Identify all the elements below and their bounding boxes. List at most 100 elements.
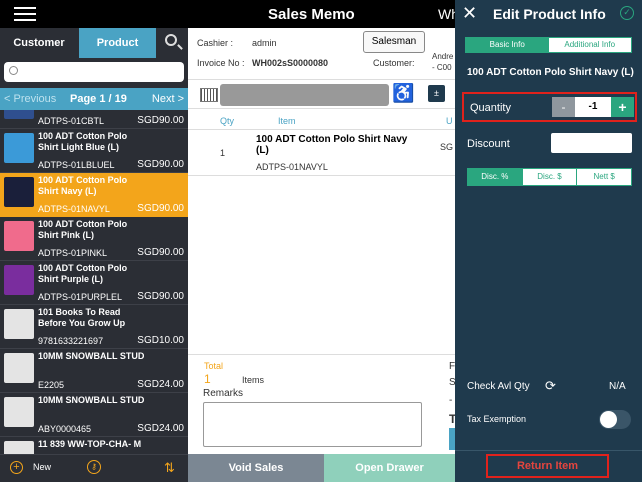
tab-product[interactable]: Product	[79, 28, 156, 58]
new-label: New	[33, 461, 52, 472]
page-indicator: Page 1 / 19	[70, 93, 127, 105]
hamburger-menu-icon[interactable]	[14, 7, 36, 21]
info-tabs: Basic Info Additional Info	[465, 37, 632, 53]
next-page-button[interactable]: Next >	[152, 93, 184, 105]
total-value: 1	[204, 372, 211, 386]
discount-nett-option[interactable]: Nett $	[576, 169, 632, 185]
discount-percent-option[interactable]: Disc. %	[468, 169, 522, 185]
invoice-label: Invoice No :	[197, 58, 245, 68]
product-search-input[interactable]	[4, 62, 184, 82]
sort-arrows-icon[interactable]: ⇅	[164, 460, 175, 476]
edit-panel-header: ✕ Edit Product Info ✓	[455, 0, 642, 28]
pager: < Previous Page 1 / 19 Next >	[0, 88, 188, 110]
product-price: SGD90.00	[137, 247, 184, 258]
tax-exemption-label: Tax Exemption	[467, 414, 527, 424]
table-row[interactable]: 1 100 ADT Cotton Polo Shirt Navy (L) ADT…	[188, 132, 455, 176]
product-code: E2205	[38, 380, 65, 390]
product-name: 10MM SNOWBALL STUD	[38, 395, 145, 405]
return-item-button[interactable]: Return Item	[486, 454, 609, 478]
cashier-value: admin	[252, 38, 277, 48]
product-list[interactable]: ADTPS-01CBTL SGD90.00 100 ADT Cotton Pol…	[0, 110, 188, 458]
product-name: 101 Books To Read Before You Grow Up	[38, 307, 126, 328]
quantity-increment-button[interactable]: +	[611, 97, 634, 117]
product-price: SGD90.00	[137, 203, 184, 214]
confirm-check-icon[interactable]: ✓	[620, 6, 634, 20]
summary-dash: -	[449, 395, 453, 406]
discount-type-selector: Disc. % Disc. $ Nett $	[467, 168, 632, 186]
product-code: ADTPS-01NAVYL	[38, 204, 110, 214]
barcode-icon[interactable]	[200, 88, 218, 102]
placeholder-image-icon	[4, 397, 34, 427]
product-thumbnail	[4, 133, 34, 163]
wheelchair-icon[interactable]: ♿	[392, 83, 414, 104]
product-price: SGD10.00	[137, 335, 184, 346]
discount-amount-option[interactable]: Disc. $	[521, 169, 577, 185]
total-area: Total 1 Items Remarks F S - T	[188, 354, 456, 452]
salesman-button[interactable]: Salesman	[363, 31, 425, 53]
product-code: ADTPS-01CBTL	[38, 116, 105, 126]
product-thumbnail	[4, 110, 34, 119]
close-icon[interactable]: ✕	[462, 3, 477, 24]
qty-header: Qty	[220, 116, 235, 126]
product-item[interactable]: 100 ADT Cotton Polo Shirt Purple (L) ADT…	[0, 261, 188, 305]
quantity-input[interactable]: -1	[575, 97, 611, 117]
product-item[interactable]: 100 ADT Cotton Polo Shirt Pink (L) ADTPS…	[0, 217, 188, 261]
product-price: SGD90.00	[137, 159, 184, 170]
tab-additional-info[interactable]: Additional Info	[548, 38, 631, 52]
divider	[455, 450, 642, 451]
cashier-label: Cashier :	[197, 38, 234, 48]
product-name: 11 839 WW-TOP-CHA- M	[38, 439, 142, 449]
unit-header: U	[446, 116, 453, 126]
quantity-decrement-button[interactable]: -	[552, 97, 575, 117]
customer-value: Andre	[432, 52, 454, 61]
product-item[interactable]: 10MM SNOWBALL STUD ABY0000465 SGD24.00	[0, 393, 188, 437]
open-drawer-button[interactable]: Open Drawer	[324, 454, 455, 482]
customer-label: Customer:	[373, 58, 415, 68]
product-item[interactable]: 101 Books To Read Before You Grow Up 978…	[0, 305, 188, 349]
sales-memo-panel: Cashier : admin Salesman Invoice No : WH…	[188, 28, 456, 482]
product-code: 9781633221697	[38, 336, 104, 346]
product-price: SGD24.00	[137, 379, 184, 390]
quantity-label: Quantity	[470, 102, 511, 114]
product-item-selected[interactable]: 100 ADT Cotton Polo Shirt Navy (L) ADTPS…	[0, 173, 188, 217]
customer-code: - C00	[432, 63, 452, 72]
edit-panel-title: Edit Product Info	[493, 6, 606, 22]
line-item-name: 100 ADT Cotton Polo Shirt Navy (L)	[256, 134, 408, 156]
total-label: Total	[204, 361, 224, 371]
product-code: ADTPS-01LBLUEL	[38, 160, 115, 170]
calculator-icon[interactable]: ±	[428, 85, 445, 102]
product-thumbnail	[4, 177, 34, 207]
search-toggle-button[interactable]	[156, 28, 188, 58]
barcode-input[interactable]	[220, 84, 389, 106]
placeholder-image-icon	[4, 309, 34, 339]
discount-input[interactable]	[551, 133, 632, 153]
line-item-price: SG	[440, 142, 454, 152]
product-name: 100 ADT Cotton Polo Shirt Navy (L)	[38, 175, 128, 196]
remarks-textarea[interactable]	[203, 402, 422, 447]
placeholder-image-icon	[4, 353, 34, 383]
search-icon	[9, 66, 18, 75]
refresh-icon[interactable]: ⟳	[545, 378, 556, 394]
invoice-value: WH002sS0000080	[252, 58, 329, 68]
key-icon[interactable]: ⚷	[87, 460, 101, 474]
app-root: Sales Memo Wh Customer Product < Previou…	[0, 0, 642, 482]
product-item[interactable]: 10MM SNOWBALL STUD E2205 SGD24.00	[0, 349, 188, 393]
product-item[interactable]: ADTPS-01CBTL SGD90.00	[0, 110, 188, 129]
items-table-header: Qty Item U	[188, 114, 455, 130]
new-button[interactable]: + New	[10, 461, 51, 474]
items-label: Items	[242, 375, 265, 385]
product-code: ADTPS-01PURPLEL	[38, 292, 123, 302]
quantity-row: Quantity - -1 +	[462, 92, 637, 122]
tax-exemption-toggle[interactable]	[599, 410, 631, 429]
tab-customer[interactable]: Customer	[0, 28, 78, 58]
product-item[interactable]: 100 ADT Cotton Polo Shirt Light Blue (L)…	[0, 129, 188, 173]
left-footer: + New ⚷ ⇅	[0, 454, 188, 482]
product-name: 10MM SNOWBALL STUD	[38, 351, 145, 361]
void-sales-button[interactable]: Void Sales	[188, 454, 324, 482]
left-tabs: Customer Product	[0, 28, 188, 58]
plus-circle-icon: +	[10, 461, 23, 474]
tab-basic-info[interactable]: Basic Info	[466, 38, 549, 52]
previous-page-button[interactable]: < Previous	[4, 93, 56, 105]
product-code: ADTPS-01PINKL	[38, 248, 108, 258]
check-avl-qty-label: Check Avl Qty	[467, 381, 530, 392]
